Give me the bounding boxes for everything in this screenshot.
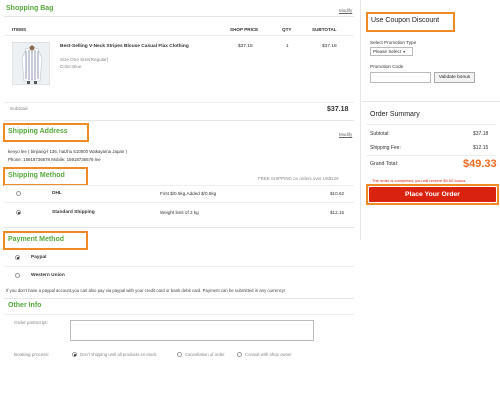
summary-shipping-label: Shipping Fee: (370, 145, 401, 151)
divider (4, 120, 354, 121)
shipping-dhl-radio[interactable] (16, 191, 21, 196)
shopping-bag-title: Shopping Bag (6, 5, 54, 12)
shipping-standard-radio[interactable] (16, 210, 21, 215)
booking-option-1-radio[interactable] (72, 352, 77, 357)
divider (362, 101, 500, 102)
promotion-type-label: Select Promotion Type (370, 40, 417, 45)
payment-note: If you don't have a paypal account,you c… (6, 288, 286, 293)
order-summary-title: Order Summary (370, 111, 420, 118)
shipping-standard-price: $12.15 (330, 210, 345, 215)
summary-subtotal-label: Subtotal: (370, 131, 390, 137)
booking-option-1-label: Don't shipping until all products ex-sto… (80, 352, 157, 357)
divider (4, 16, 354, 17)
shipping-standard-name: Standard Shipping (52, 210, 95, 215)
address-name-line: kenyo lee ( binjiang-l 136, haizhu 51000… (8, 149, 127, 154)
booking-option-3-radio[interactable] (237, 352, 242, 357)
table-header-divider (4, 35, 354, 36)
booking-option-2-label: Cancellation of order (185, 352, 225, 357)
place-order-button[interactable]: Place Your Order (369, 187, 496, 202)
payment-paypal-radio[interactable] (15, 255, 20, 260)
shipping-method-title: Shipping Method (8, 172, 65, 179)
promotion-code-input[interactable] (370, 72, 431, 83)
chevron-down-icon: ▾ (403, 49, 406, 54)
column-qty: QTY (282, 27, 292, 32)
payment-method-title: Payment Method (8, 236, 65, 243)
divider (366, 155, 496, 156)
promotion-code-label: Promotion Code (370, 64, 404, 69)
shipping-dhl-price: $10.62 (330, 191, 345, 196)
shipping-address-title: Shipping Address (8, 128, 68, 135)
product-color: Color:Blue (60, 64, 82, 69)
divider (366, 124, 496, 125)
promotion-type-select-value: Please Select (373, 49, 402, 54)
payment-paypal-label: Paypal (31, 255, 47, 260)
free-shipping-note: FREE SHIPPING on orders over US$129 (258, 176, 339, 181)
other-info-title: Other Info (8, 302, 42, 309)
product-price: $37.18 (238, 44, 253, 49)
address-phone-line: Phone: 15918736678 Mobile: 15918736678 l… (8, 157, 101, 162)
validate-bonus-button[interactable]: Validate bonus (434, 72, 475, 83)
shipping-dhl-name: DHL (52, 191, 62, 196)
promotion-type-select[interactable]: Please Select ▾ (370, 47, 413, 56)
summary-shipping-value: $12.15 (473, 145, 489, 151)
bonus-note: The order is completed, you will receive… (372, 178, 466, 183)
divider (4, 202, 354, 203)
shipping-dhl-desc: First $/0.5kg,Added $/0.5kg (160, 191, 217, 196)
booking-option-2-radio[interactable] (177, 352, 182, 357)
subtotal-divider (4, 102, 354, 103)
shopping-bag-modify-link[interactable]: Modify (339, 8, 352, 13)
product-name[interactable]: Best-Selling V-Neck Stripes Blouse Casua… (60, 44, 189, 49)
booking-option-3-label: Consult with shop owner (245, 352, 292, 357)
shipping-address-modify-link[interactable]: Modify (339, 132, 352, 137)
divider (4, 266, 354, 267)
divider (4, 314, 354, 315)
coupon-title: Use Coupon Discount (371, 17, 440, 24)
column-subtotal: SUBTOTAL (312, 27, 337, 32)
subtotal-label: Subtotal (10, 107, 28, 112)
summary-grand-value: $49.33 (463, 158, 497, 170)
shipping-standard-desc: Weight limit of 2 kg (160, 210, 199, 215)
column-shop-price: SHOP PRICE (230, 27, 259, 32)
payment-western-union-label: Western Union (31, 273, 65, 278)
right-column-divider (360, 0, 361, 240)
divider (4, 227, 354, 228)
divider (4, 185, 354, 186)
booking-process-label: Booking process: (14, 352, 50, 357)
product-size: Size:One Size(Regular) (60, 57, 109, 62)
product-thumbnail[interactable] (12, 42, 50, 85)
order-postscript-textarea[interactable] (70, 320, 314, 341)
summary-subtotal-value: $37.18 (473, 131, 489, 137)
payment-western-union-radio[interactable] (15, 273, 20, 278)
product-qty: 1 (286, 44, 289, 49)
product-subtotal: $37.18 (322, 44, 337, 49)
summary-grand-label: Grand Total: (370, 161, 399, 167)
order-postscript-label: Order postscript: (14, 320, 48, 325)
place-order-label: Place Your Order (405, 191, 460, 198)
column-items: ITEMS (12, 27, 27, 32)
divider (4, 298, 354, 299)
subtotal-value: $37.18 (327, 106, 349, 113)
